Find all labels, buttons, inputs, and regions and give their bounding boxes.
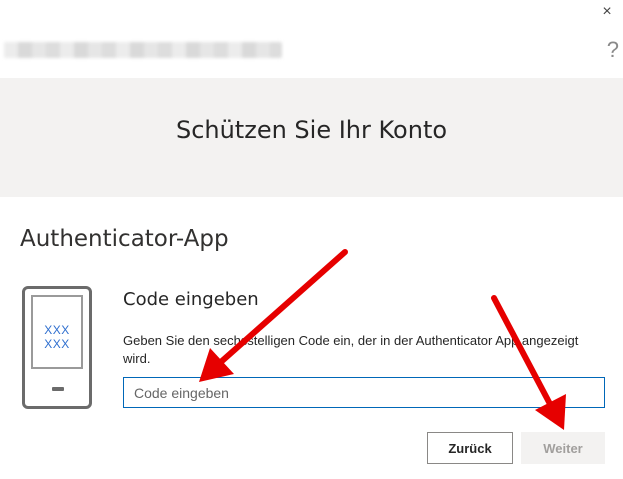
close-icon[interactable]: × [599,4,615,20]
page-title: Schützen Sie Ihr Konto [175,116,448,144]
code-description: Geben Sie den sechsstelligen Code ein, d… [123,333,579,366]
code-input[interactable] [123,377,605,408]
code-heading: Code eingeben [123,289,259,310]
phone-icon: XXX XXX [22,286,92,409]
phone-screen: XXX XXX [31,295,83,369]
section-title: Authenticator-App [20,226,229,252]
phone-code-display: XXX XXX [44,323,70,351]
page-header: Schützen Sie Ihr Konto [0,78,623,197]
window-titlebar: × ? [0,0,623,78]
next-button[interactable]: Weiter [521,432,605,464]
help-icon[interactable]: ? [607,38,619,62]
blurred-account-name [4,42,282,58]
back-button[interactable]: Zurück [427,432,513,464]
phone-home-button [52,387,64,391]
